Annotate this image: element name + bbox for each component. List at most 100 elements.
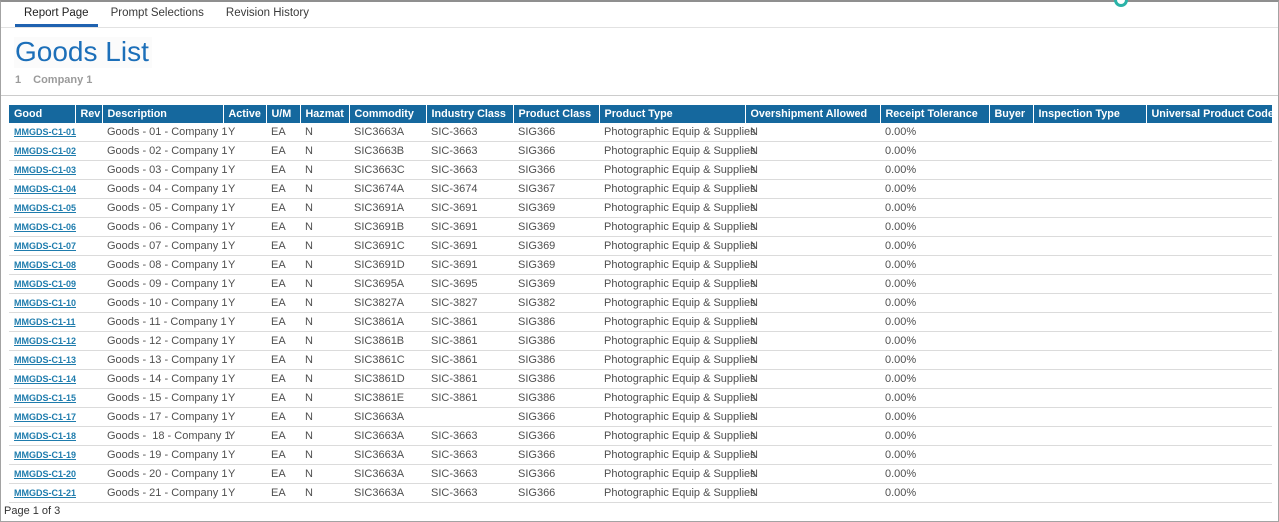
cell-inspection_type xyxy=(1033,370,1146,389)
cell-commodity: SIC3861E xyxy=(349,389,426,408)
cell-good: MMGDS-C1-07 xyxy=(9,237,75,256)
good-link[interactable]: MMGDS-C1-17 xyxy=(14,412,76,422)
cell-um: EA xyxy=(266,123,300,142)
cell-product_class: SIG386 xyxy=(513,370,599,389)
cell-inspection_type xyxy=(1033,161,1146,180)
cell-product_type: Photographic Equip & Supplies xyxy=(599,142,745,161)
cell-um: EA xyxy=(266,199,300,218)
cell-product_class: SIG369 xyxy=(513,256,599,275)
cell-hazmat: N xyxy=(300,408,349,427)
cell-hazmat: N xyxy=(300,446,349,465)
cell-hazmat: N xyxy=(300,142,349,161)
cell-overshipment_allowed: N xyxy=(745,389,880,408)
cell-description: Goods - 12 - Company 1 xyxy=(102,332,223,351)
cell-product_class: SIG386 xyxy=(513,332,599,351)
good-link[interactable]: MMGDS-C1-08 xyxy=(14,260,76,270)
cell-industry_class: SIC-3691 xyxy=(426,199,513,218)
good-link[interactable]: MMGDS-C1-09 xyxy=(14,279,76,289)
cell-product_type: Photographic Equip & Supplies xyxy=(599,218,745,237)
table-row: MMGDS-C1-12Goods - 12 - Company 1YEANSIC… xyxy=(9,332,1272,351)
good-link[interactable]: MMGDS-C1-13 xyxy=(14,355,76,365)
cell-overshipment_allowed: N xyxy=(745,256,880,275)
cell-universal_product_code xyxy=(1146,408,1272,427)
cell-hazmat: N xyxy=(300,218,349,237)
cell-inspection_type xyxy=(1033,351,1146,370)
cell-receipt_tolerance: 0.00% xyxy=(880,446,989,465)
cell-inspection_type xyxy=(1033,275,1146,294)
cell-um: EA xyxy=(266,427,300,446)
cell-active: Y xyxy=(223,294,266,313)
cell-product_type: Photographic Equip & Supplies xyxy=(599,199,745,218)
cell-industry_class: SIC-3663 xyxy=(426,484,513,503)
cell-good: MMGDS-C1-01 xyxy=(9,123,75,142)
good-link[interactable]: MMGDS-C1-10 xyxy=(14,298,76,308)
cell-inspection_type xyxy=(1033,446,1146,465)
tab-report-page[interactable]: Report Page xyxy=(13,7,100,27)
cell-universal_product_code xyxy=(1146,351,1272,370)
cell-buyer xyxy=(989,275,1033,294)
good-link[interactable]: MMGDS-C1-01 xyxy=(14,127,76,137)
cell-buyer xyxy=(989,218,1033,237)
cell-product_type: Photographic Equip & Supplies xyxy=(599,484,745,503)
good-link[interactable]: MMGDS-C1-04 xyxy=(14,184,76,194)
good-link[interactable]: MMGDS-C1-06 xyxy=(14,222,76,232)
cell-receipt_tolerance: 0.00% xyxy=(880,161,989,180)
cell-industry_class: SIC-3861 xyxy=(426,313,513,332)
cell-hazmat: N xyxy=(300,332,349,351)
cell-inspection_type xyxy=(1033,427,1146,446)
column-header-um: U/M xyxy=(266,105,300,123)
cell-um: EA xyxy=(266,332,300,351)
good-link[interactable]: MMGDS-C1-12 xyxy=(14,336,76,346)
cell-universal_product_code xyxy=(1146,142,1272,161)
table-row: MMGDS-C1-08Goods - 08 - Company 1YEANSIC… xyxy=(9,256,1272,275)
column-header-hazmat: Hazmat xyxy=(300,105,349,123)
good-link[interactable]: MMGDS-C1-05 xyxy=(14,203,76,213)
good-link[interactable]: MMGDS-C1-02 xyxy=(14,146,76,156)
cell-um: EA xyxy=(266,180,300,199)
cell-rev xyxy=(75,123,102,142)
table-row: MMGDS-C1-18Goods - 18 - Company 1YEANSIC… xyxy=(9,427,1272,446)
good-link[interactable]: MMGDS-C1-14 xyxy=(14,374,76,384)
cell-buyer xyxy=(989,161,1033,180)
table-row: MMGDS-C1-06Goods - 06 - Company 1YEANSIC… xyxy=(9,218,1272,237)
cell-active: Y xyxy=(223,389,266,408)
cell-description: Goods - 05 - Company 1 xyxy=(102,199,223,218)
good-link[interactable]: MMGDS-C1-20 xyxy=(14,469,76,479)
tab-prompt-selections[interactable]: Prompt Selections xyxy=(100,7,215,27)
cell-universal_product_code xyxy=(1146,275,1272,294)
good-link[interactable]: MMGDS-C1-03 xyxy=(14,165,76,175)
cell-overshipment_allowed: N xyxy=(745,446,880,465)
cell-hazmat: N xyxy=(300,389,349,408)
cell-receipt_tolerance: 0.00% xyxy=(880,465,989,484)
good-link[interactable]: MMGDS-C1-19 xyxy=(14,450,76,460)
cell-commodity: SIC3861D xyxy=(349,370,426,389)
cell-rev xyxy=(75,275,102,294)
table-row: MMGDS-C1-04Goods - 04 - Company 1YEANSIC… xyxy=(9,180,1272,199)
cell-hazmat: N xyxy=(300,256,349,275)
table-row: MMGDS-C1-20Goods - 20 - Company 1YEANSIC… xyxy=(9,465,1272,484)
cell-receipt_tolerance: 0.00% xyxy=(880,294,989,313)
cell-good: MMGDS-C1-13 xyxy=(9,351,75,370)
cell-description: Goods - 15 - Company 1 xyxy=(102,389,223,408)
teal-status-icon[interactable] xyxy=(1114,0,1128,7)
good-link[interactable]: MMGDS-C1-15 xyxy=(14,393,76,403)
cell-receipt_tolerance: 0.00% xyxy=(880,313,989,332)
cell-receipt_tolerance: 0.00% xyxy=(880,142,989,161)
cell-product_type: Photographic Equip & Supplies xyxy=(599,389,745,408)
cell-commodity: SIC3691B xyxy=(349,218,426,237)
cell-receipt_tolerance: 0.00% xyxy=(880,408,989,427)
table-row: MMGDS-C1-11Goods - 11 - Company 1YEANSIC… xyxy=(9,313,1272,332)
cell-description: Goods - 08 - Company 1 xyxy=(102,256,223,275)
cell-active: Y xyxy=(223,123,266,142)
cell-commodity: SIC3663A xyxy=(349,465,426,484)
good-link[interactable]: MMGDS-C1-18 xyxy=(14,431,76,441)
table-row: MMGDS-C1-01Goods - 01 - Company 1YEANSIC… xyxy=(9,123,1272,142)
cell-product_type: Photographic Equip & Supplies xyxy=(599,351,745,370)
table-row: MMGDS-C1-21Goods - 21 - Company 1YEANSIC… xyxy=(9,484,1272,503)
table-row: MMGDS-C1-05Goods - 05 - Company 1YEANSIC… xyxy=(9,199,1272,218)
good-link[interactable]: MMGDS-C1-21 xyxy=(14,488,76,498)
good-link[interactable]: MMGDS-C1-07 xyxy=(14,241,76,251)
cell-product_type: Photographic Equip & Supplies xyxy=(599,256,745,275)
tab-revision-history[interactable]: Revision History xyxy=(215,7,320,27)
good-link[interactable]: MMGDS-C1-11 xyxy=(14,317,76,327)
